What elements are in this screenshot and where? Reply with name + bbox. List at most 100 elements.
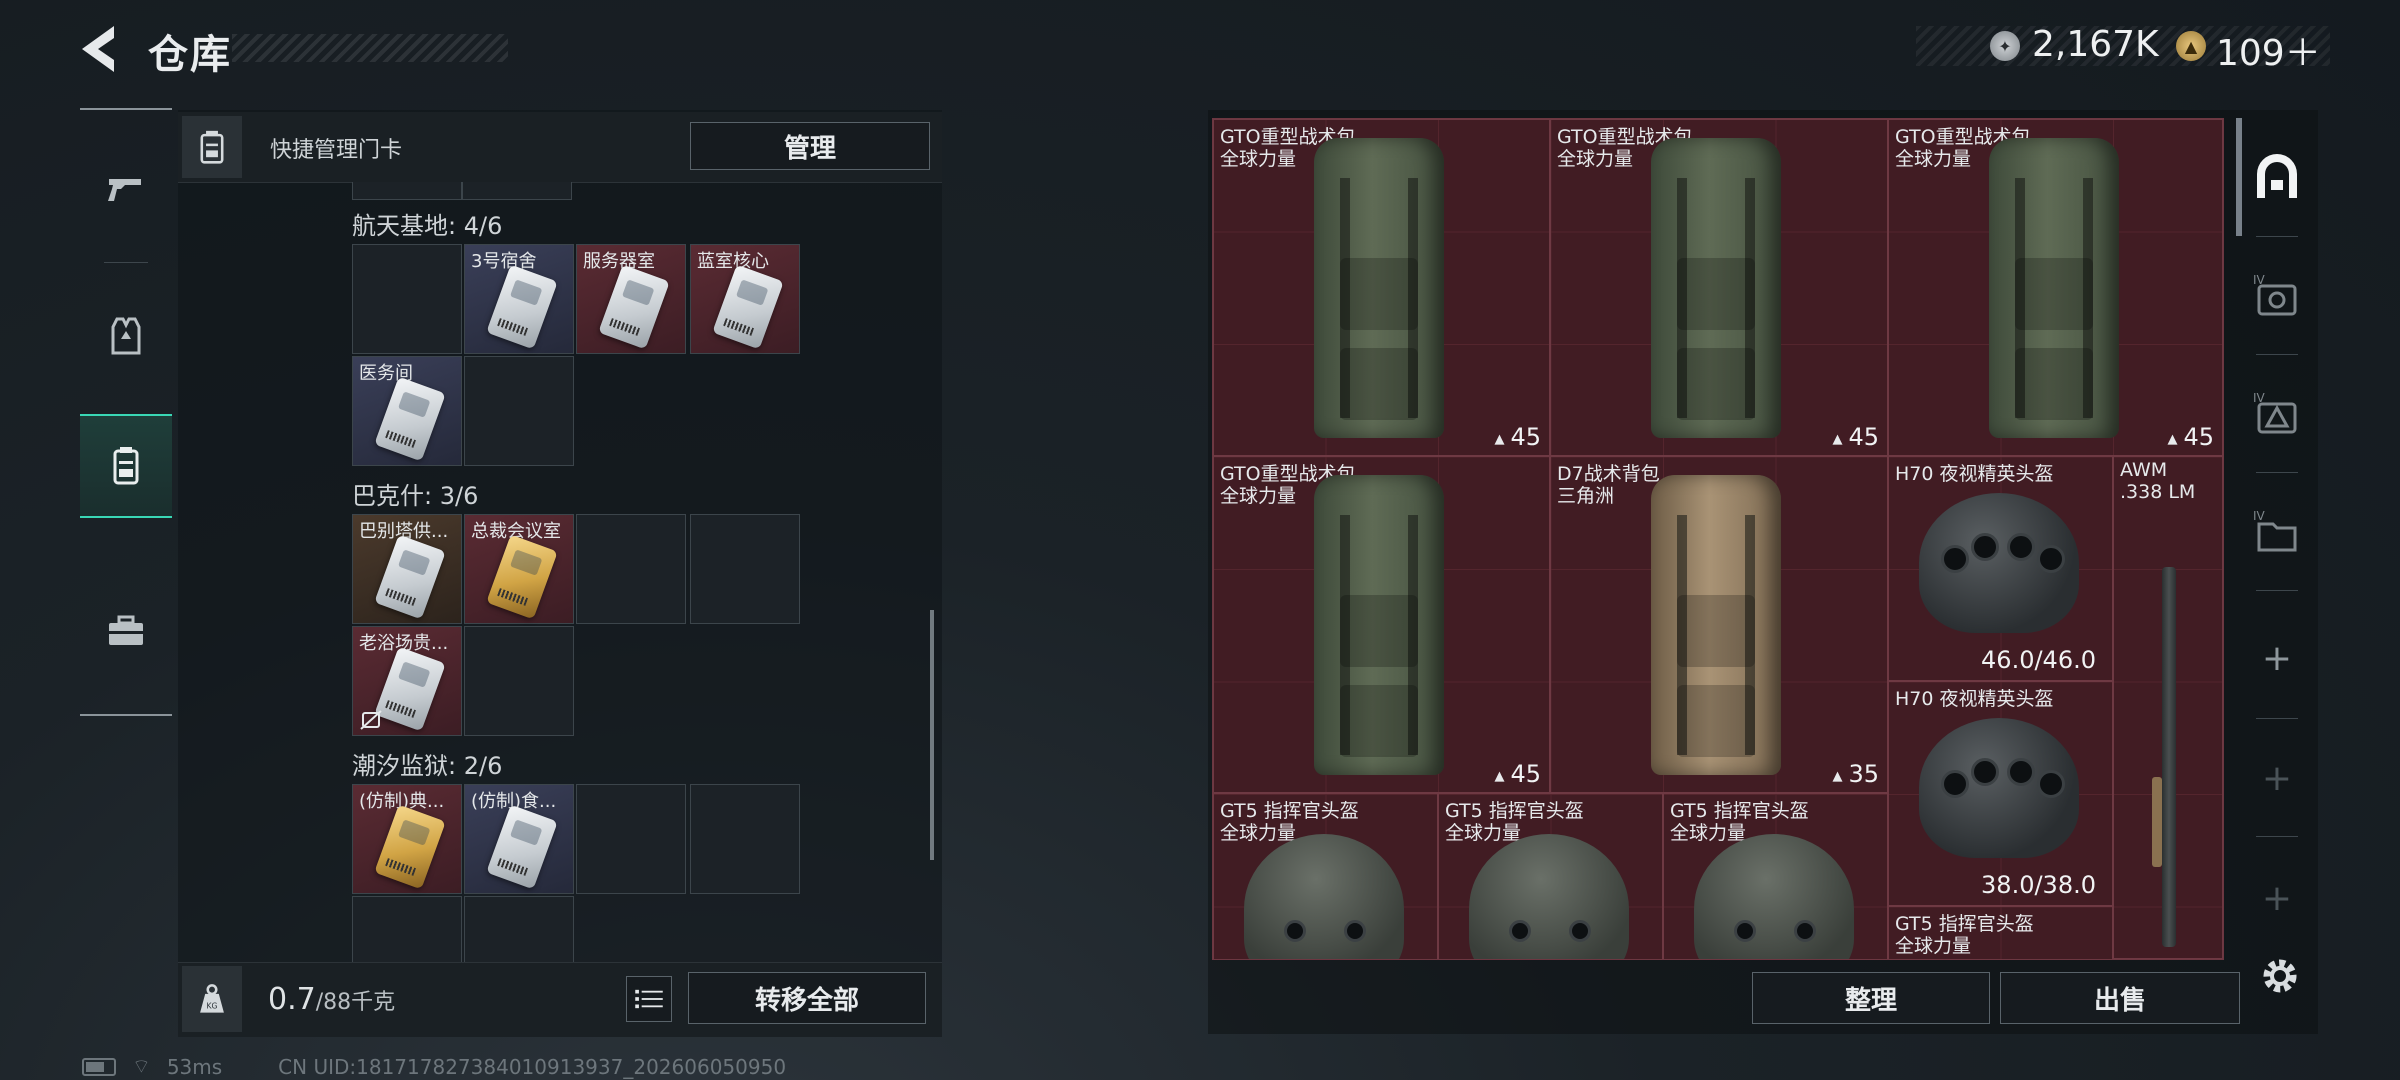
arch-icon (2257, 154, 2297, 198)
keycard-icon (486, 534, 558, 620)
rail-divider (2256, 236, 2298, 237)
stash-page-iv-safe[interactable]: IV (2236, 248, 2318, 344)
rail-divider (104, 262, 148, 263)
stash-page-iv-folder[interactable]: IV (2236, 484, 2318, 580)
helmet-icon (1469, 834, 1629, 959)
keycard-slot[interactable]: 服务器室 (576, 244, 686, 354)
stash-page-iv-triangle[interactable]: IV (2236, 366, 2318, 462)
item-durability: 38.0/38.0 (1981, 871, 2096, 899)
keycard-slot[interactable]: 医务间 (352, 356, 462, 466)
rifle-icon (2162, 567, 2176, 947)
item-faction: 全球力量 (1557, 148, 1634, 170)
safe-icon: IV (2253, 273, 2297, 316)
sort-button[interactable]: 整理 (1752, 972, 1990, 1024)
item-faction: 全球力量 (1895, 148, 1972, 170)
stash-page-main[interactable] (2236, 130, 2318, 226)
status-bar: ⌔ 53ms CN UID:181717827384010913937_2026… (82, 1054, 786, 1079)
plus-icon: + (2261, 637, 2293, 679)
keycard-slot[interactable]: 蓝室核心 (690, 244, 800, 354)
weight-max: /88千克 (315, 990, 396, 1015)
keycard-slot[interactable]: 老浴场贵... (352, 626, 462, 736)
rail-divider (2256, 718, 2298, 719)
rail-divider (2256, 590, 2298, 591)
backpack-icon (1989, 138, 2119, 438)
item-name: AWM (2120, 459, 2168, 481)
no-transfer-icon (360, 710, 382, 730)
back-button[interactable] (78, 24, 122, 74)
stash-grid: GTO重型战术包 全球力量 45 GTO重型战术包 全球力量 45 GTO重型战… (1212, 118, 2224, 960)
sell-button[interactable]: 出售 (2000, 972, 2240, 1024)
keycard-slot-empty (352, 182, 462, 200)
plus-icon: + (2261, 757, 2293, 799)
stash-item-gt5-helmet[interactable]: GT5 指挥官头盔 全球力量 (1213, 793, 1438, 959)
item-faction: 全球力量 (1220, 148, 1297, 170)
item-name: H70 夜视精英头盔 (1895, 688, 2054, 710)
item-faction: 全球力量 (1220, 822, 1297, 844)
item-capacity: 45 (1494, 423, 1541, 451)
item-capacity: 35 (1832, 760, 1879, 788)
gold-coin-icon: ▲ (2176, 31, 2206, 61)
item-capacity: 45 (1832, 423, 1879, 451)
rail-divider (2256, 354, 2298, 355)
keycard-slot[interactable]: 3号宿舍 (464, 244, 574, 354)
weight-icon: KG (182, 966, 242, 1032)
stash-item-awm[interactable]: AWM .338 LM (2113, 456, 2223, 959)
item-capacity: 45 (2167, 423, 2214, 451)
svg-text:KG: KG (207, 1001, 218, 1010)
keycard-icon (598, 264, 670, 350)
keycard-slot[interactable]: 总裁会议室 (464, 514, 574, 624)
stash-item-d7-backpack[interactable]: D7战术背包 三角洲 35 (1550, 456, 1888, 793)
page-title: 仓库 (148, 32, 232, 78)
section-title-bakhsh: 巴克什: 3/6 (352, 482, 479, 510)
stash-item-h70-helmet[interactable]: H70 夜视精英头盔 46.0/46.0 (1888, 456, 2113, 681)
weight-readout: 0.7/88千克 (268, 982, 395, 1017)
transfer-all-button[interactable]: 转移全部 (688, 972, 926, 1024)
list-view-button[interactable] (626, 976, 672, 1022)
keycard-slot[interactable]: (仿制)食... (464, 784, 574, 894)
stash-item-gt5-helmet[interactable]: GT5 指挥官头盔 全球力量 (1888, 906, 2113, 959)
stash-item-gt5-helmet[interactable]: GT5 指挥官头盔 全球力量 (1438, 793, 1663, 959)
stash-item-gto-backpack[interactable]: GTO重型战术包 全球力量 45 (1213, 119, 1550, 456)
keycard-tab[interactable] (80, 414, 172, 518)
stash-item-gto-backpack[interactable]: GTO重型战术包 全球力量 45 (1888, 119, 2223, 456)
locked-stash-slot: + (2236, 850, 2318, 946)
item-caliber: .338 LM (2120, 481, 2196, 503)
stash-item-h70-helmet[interactable]: H70 夜视精英头盔 38.0/38.0 (1888, 681, 2113, 906)
vest-icon (111, 317, 141, 355)
gold-amount[interactable]: 109＋ (2216, 24, 2321, 76)
settings-gear-icon[interactable] (2258, 954, 2302, 998)
stash-item-gt5-helmet[interactable]: GT5 指挥官头盔 全球力量 (1663, 793, 1888, 959)
stash-item-gto-backpack[interactable]: GTO重型战术包 全球力量 45 (1550, 119, 1888, 456)
svg-text:IV: IV (2253, 509, 2266, 523)
toolbox-tab[interactable] (80, 582, 172, 682)
item-durability: 46.0/46.0 (1981, 646, 2096, 674)
keycard-slot-empty (464, 896, 574, 962)
keycard-slot-empty (464, 626, 574, 736)
silver-coin-icon: ✦ (1990, 31, 2020, 61)
manage-button[interactable]: 管理 (690, 122, 930, 170)
stash-item-gto-backpack[interactable]: GTO重型战术包 全球力量 45 (1213, 456, 1550, 793)
keycard-icon (374, 804, 446, 890)
keycard-slot-empty (690, 514, 800, 624)
weapons-tab[interactable] (80, 138, 172, 238)
item-faction: 全球力量 (1220, 485, 1297, 507)
add-stash-page-button[interactable]: + (2236, 610, 2318, 706)
keycard-slot-empty (576, 784, 686, 894)
armor-tab[interactable] (80, 286, 172, 386)
toolbox-icon (109, 615, 143, 645)
section-title-space-base: 航天基地: 4/6 (352, 212, 503, 240)
keycard-slot-empty (464, 356, 574, 466)
item-faction: 全球力量 (1895, 935, 1972, 957)
wifi-icon: ⌔ (132, 1054, 151, 1078)
backpack-icon (1314, 138, 1444, 438)
keycard-icon (374, 646, 446, 732)
ping-readout: 53ms (166, 1054, 223, 1079)
title-stripe-decoration (232, 34, 508, 62)
helmet-icon (1919, 718, 2079, 858)
keycard-slot[interactable]: 巴别塔供... (352, 514, 462, 624)
keycard-slot[interactable]: (仿制)典... (352, 784, 462, 894)
keycard-icon (712, 264, 784, 350)
keycard-scrollbar[interactable] (930, 610, 934, 860)
section-title-tidal-prison: 潮汐监狱: 2/6 (352, 752, 503, 780)
backpack-icon (1651, 475, 1781, 775)
